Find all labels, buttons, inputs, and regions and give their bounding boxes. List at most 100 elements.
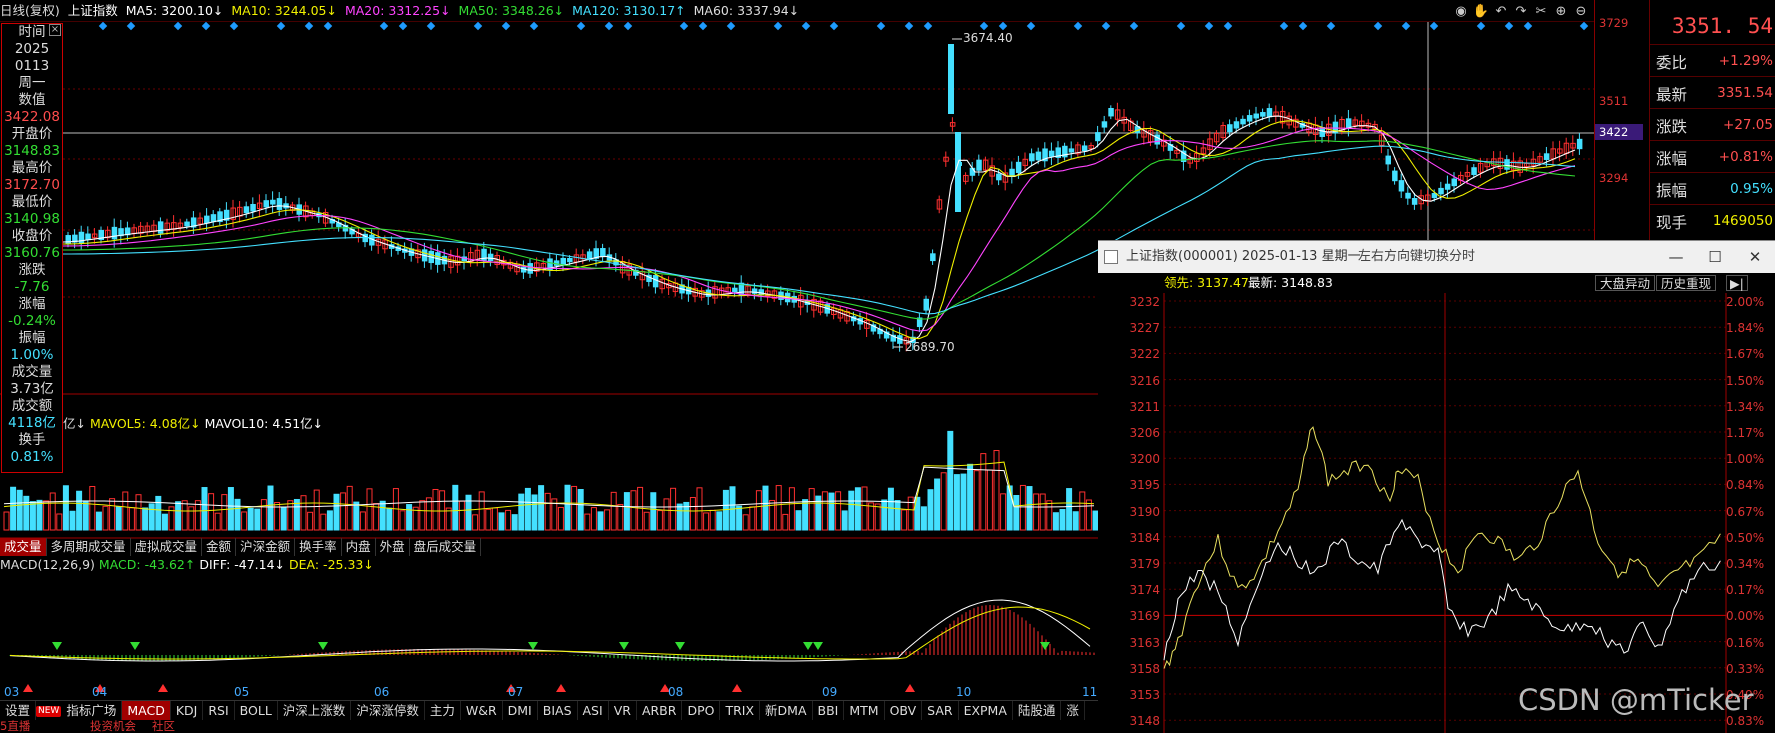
bottom-link[interactable]: 5直播 (0, 720, 30, 733)
volume-bar (1079, 491, 1086, 531)
volume-bar (835, 491, 842, 531)
percent-tick: 0.50% (1726, 530, 1765, 545)
bottom-link[interactable]: 社区 (152, 720, 175, 733)
candle (263, 200, 269, 208)
play-icon[interactable]: ▶| (1726, 275, 1748, 291)
market-change-button[interactable]: 大盘异动 (1595, 275, 1656, 291)
volume-tab[interactable]: 成交量 (0, 538, 47, 556)
close-icon[interactable]: ✕ (1735, 241, 1775, 273)
zoom-out-icon[interactable]: ⊖ (1572, 2, 1590, 20)
indicator-tab[interactable]: 指标广场 (61, 701, 123, 720)
signal-diamond (1401, 22, 1411, 31)
candle (1438, 187, 1444, 195)
undo-icon[interactable]: ↶ (1492, 2, 1510, 20)
indicator-tab[interactable]: BBI (813, 701, 845, 720)
indicator-tab[interactable]: RSI (203, 701, 235, 720)
volume-bar (1066, 488, 1073, 531)
volume-bar (109, 498, 116, 531)
chart-mode-label[interactable]: 日线(复权) (0, 3, 60, 18)
volume-bar (709, 509, 716, 531)
indicator-tab[interactable]: DMI (503, 701, 538, 720)
candle (1319, 127, 1325, 137)
volume-tab[interactable]: 多周期成交量 (47, 538, 131, 556)
redo-icon[interactable]: ↷ (1512, 2, 1530, 20)
indicator-tab[interactable]: ASI (578, 701, 609, 720)
close-icon[interactable]: × (49, 24, 61, 36)
indicator-tab[interactable]: DPO (682, 701, 721, 720)
indicator-tab[interactable]: KDJ (171, 701, 204, 720)
indicator-tab[interactable]: BIAS (538, 701, 578, 720)
signal-diamond (1073, 22, 1083, 31)
eye-icon[interactable]: ◉ (1452, 2, 1470, 20)
indicator-tab[interactable]: W&R (461, 701, 503, 720)
volume-bar (36, 499, 43, 531)
indicator-tab[interactable]: BOLL (235, 701, 278, 720)
price-axis: 3729 3511 3294 3422 (1594, 0, 1649, 240)
volume-bar (333, 493, 340, 531)
volume-bar (439, 490, 446, 531)
volume-tab[interactable]: 金额 (202, 538, 237, 556)
hand-icon[interactable]: ✋ (1472, 2, 1490, 20)
volume-bar (722, 489, 729, 531)
candle (560, 257, 566, 266)
quote-panel: 3351. 54 委比 +1.29% 最新 3351.54 涨跌 +27.05 … (1649, 0, 1775, 240)
price-tick: 3179 (1129, 557, 1160, 571)
crosshair-price-label: 3422 (1595, 124, 1643, 140)
volume-tab[interactable]: 内盘 (342, 538, 376, 556)
popup-title-bar[interactable]: 上证指数(000001) 2025-01-13 星期一 左右方向键切换分时 — … (1098, 241, 1775, 273)
volume-bar (848, 490, 855, 531)
indicator-tab[interactable]: ARBR (637, 701, 683, 720)
indicator-tab[interactable]: EXPMA (959, 701, 1013, 720)
intraday-chart[interactable] (1098, 293, 1775, 733)
sell-arrow-icon (318, 642, 328, 650)
volume-bar (795, 510, 802, 531)
candle (969, 167, 976, 176)
percent-tick: 1.34% (1726, 399, 1765, 414)
volume-tab[interactable]: 虚拟成交量 (131, 538, 203, 556)
candle (111, 226, 118, 240)
volume-tab[interactable]: 外盘 (376, 538, 410, 556)
volume-bar (29, 501, 36, 531)
month-label: 03 (4, 685, 19, 699)
volume-bar (346, 485, 353, 531)
indicator-tab[interactable]: SAR (922, 701, 959, 720)
indicator-tab[interactable]: MTM (844, 701, 885, 720)
indicator-tab[interactable]: 新DMA (760, 701, 813, 720)
candle (1253, 113, 1259, 119)
percent-tick: 0.84% (1726, 478, 1765, 493)
maximize-icon[interactable]: ☐ (1695, 241, 1735, 273)
indicator-tab[interactable]: VR (609, 701, 637, 720)
indicator-tab[interactable]: OBV (885, 701, 923, 720)
indicator-tab[interactable]: 主力 (425, 701, 461, 720)
zoom-in-icon[interactable]: ⊕ (1552, 2, 1570, 20)
indicator-tab[interactable]: 设置 (0, 701, 37, 720)
minimize-icon[interactable]: — (1656, 241, 1696, 273)
indicator-tab[interactable]: 陆股通 (1013, 701, 1062, 720)
indicator-tab[interactable]: MACD (122, 701, 171, 720)
bottom-link[interactable]: 投资机会 (90, 720, 136, 733)
indicator-tab[interactable]: 沪深涨停数 (351, 701, 425, 720)
ma-indicator-bar: 日线(复权) 上证指数 MA5: 3200.10↓ MA10: 3244.05↓… (0, 0, 1594, 22)
volume-bar (901, 509, 908, 531)
candle (1101, 121, 1108, 128)
volume-bar (122, 491, 129, 531)
volume-tab[interactable]: 沪深金额 (236, 538, 296, 556)
volume-bar (491, 507, 498, 531)
indicator-tab[interactable]: 涨 (1061, 701, 1085, 720)
indicator-tab[interactable]: TRIX (720, 701, 761, 720)
history-replay-button[interactable]: 历史重现 (1656, 275, 1717, 291)
percent-tick: 2.00% (1726, 295, 1765, 309)
ma50-value: MA50: 3348.26↓ (458, 3, 565, 18)
sell-arrow-icon (52, 642, 62, 650)
volume-bar (630, 490, 637, 531)
volume-tab[interactable]: 盘后成交量 (410, 538, 482, 556)
volume-tab[interactable]: 换手率 (295, 538, 342, 556)
indicator-tab[interactable]: 沪深上涨数 (278, 701, 352, 720)
intraday-popup[interactable]: 上证指数(000001) 2025-01-13 星期一 左右方向键切换分时 — … (1098, 240, 1775, 733)
scissors-icon[interactable]: ✂ (1532, 2, 1550, 20)
dea-line (9, 606, 1091, 660)
volume-bar (755, 490, 762, 531)
volume-bar (861, 486, 868, 531)
candle (1411, 198, 1418, 205)
quote-label: 现手 (1656, 214, 1688, 232)
